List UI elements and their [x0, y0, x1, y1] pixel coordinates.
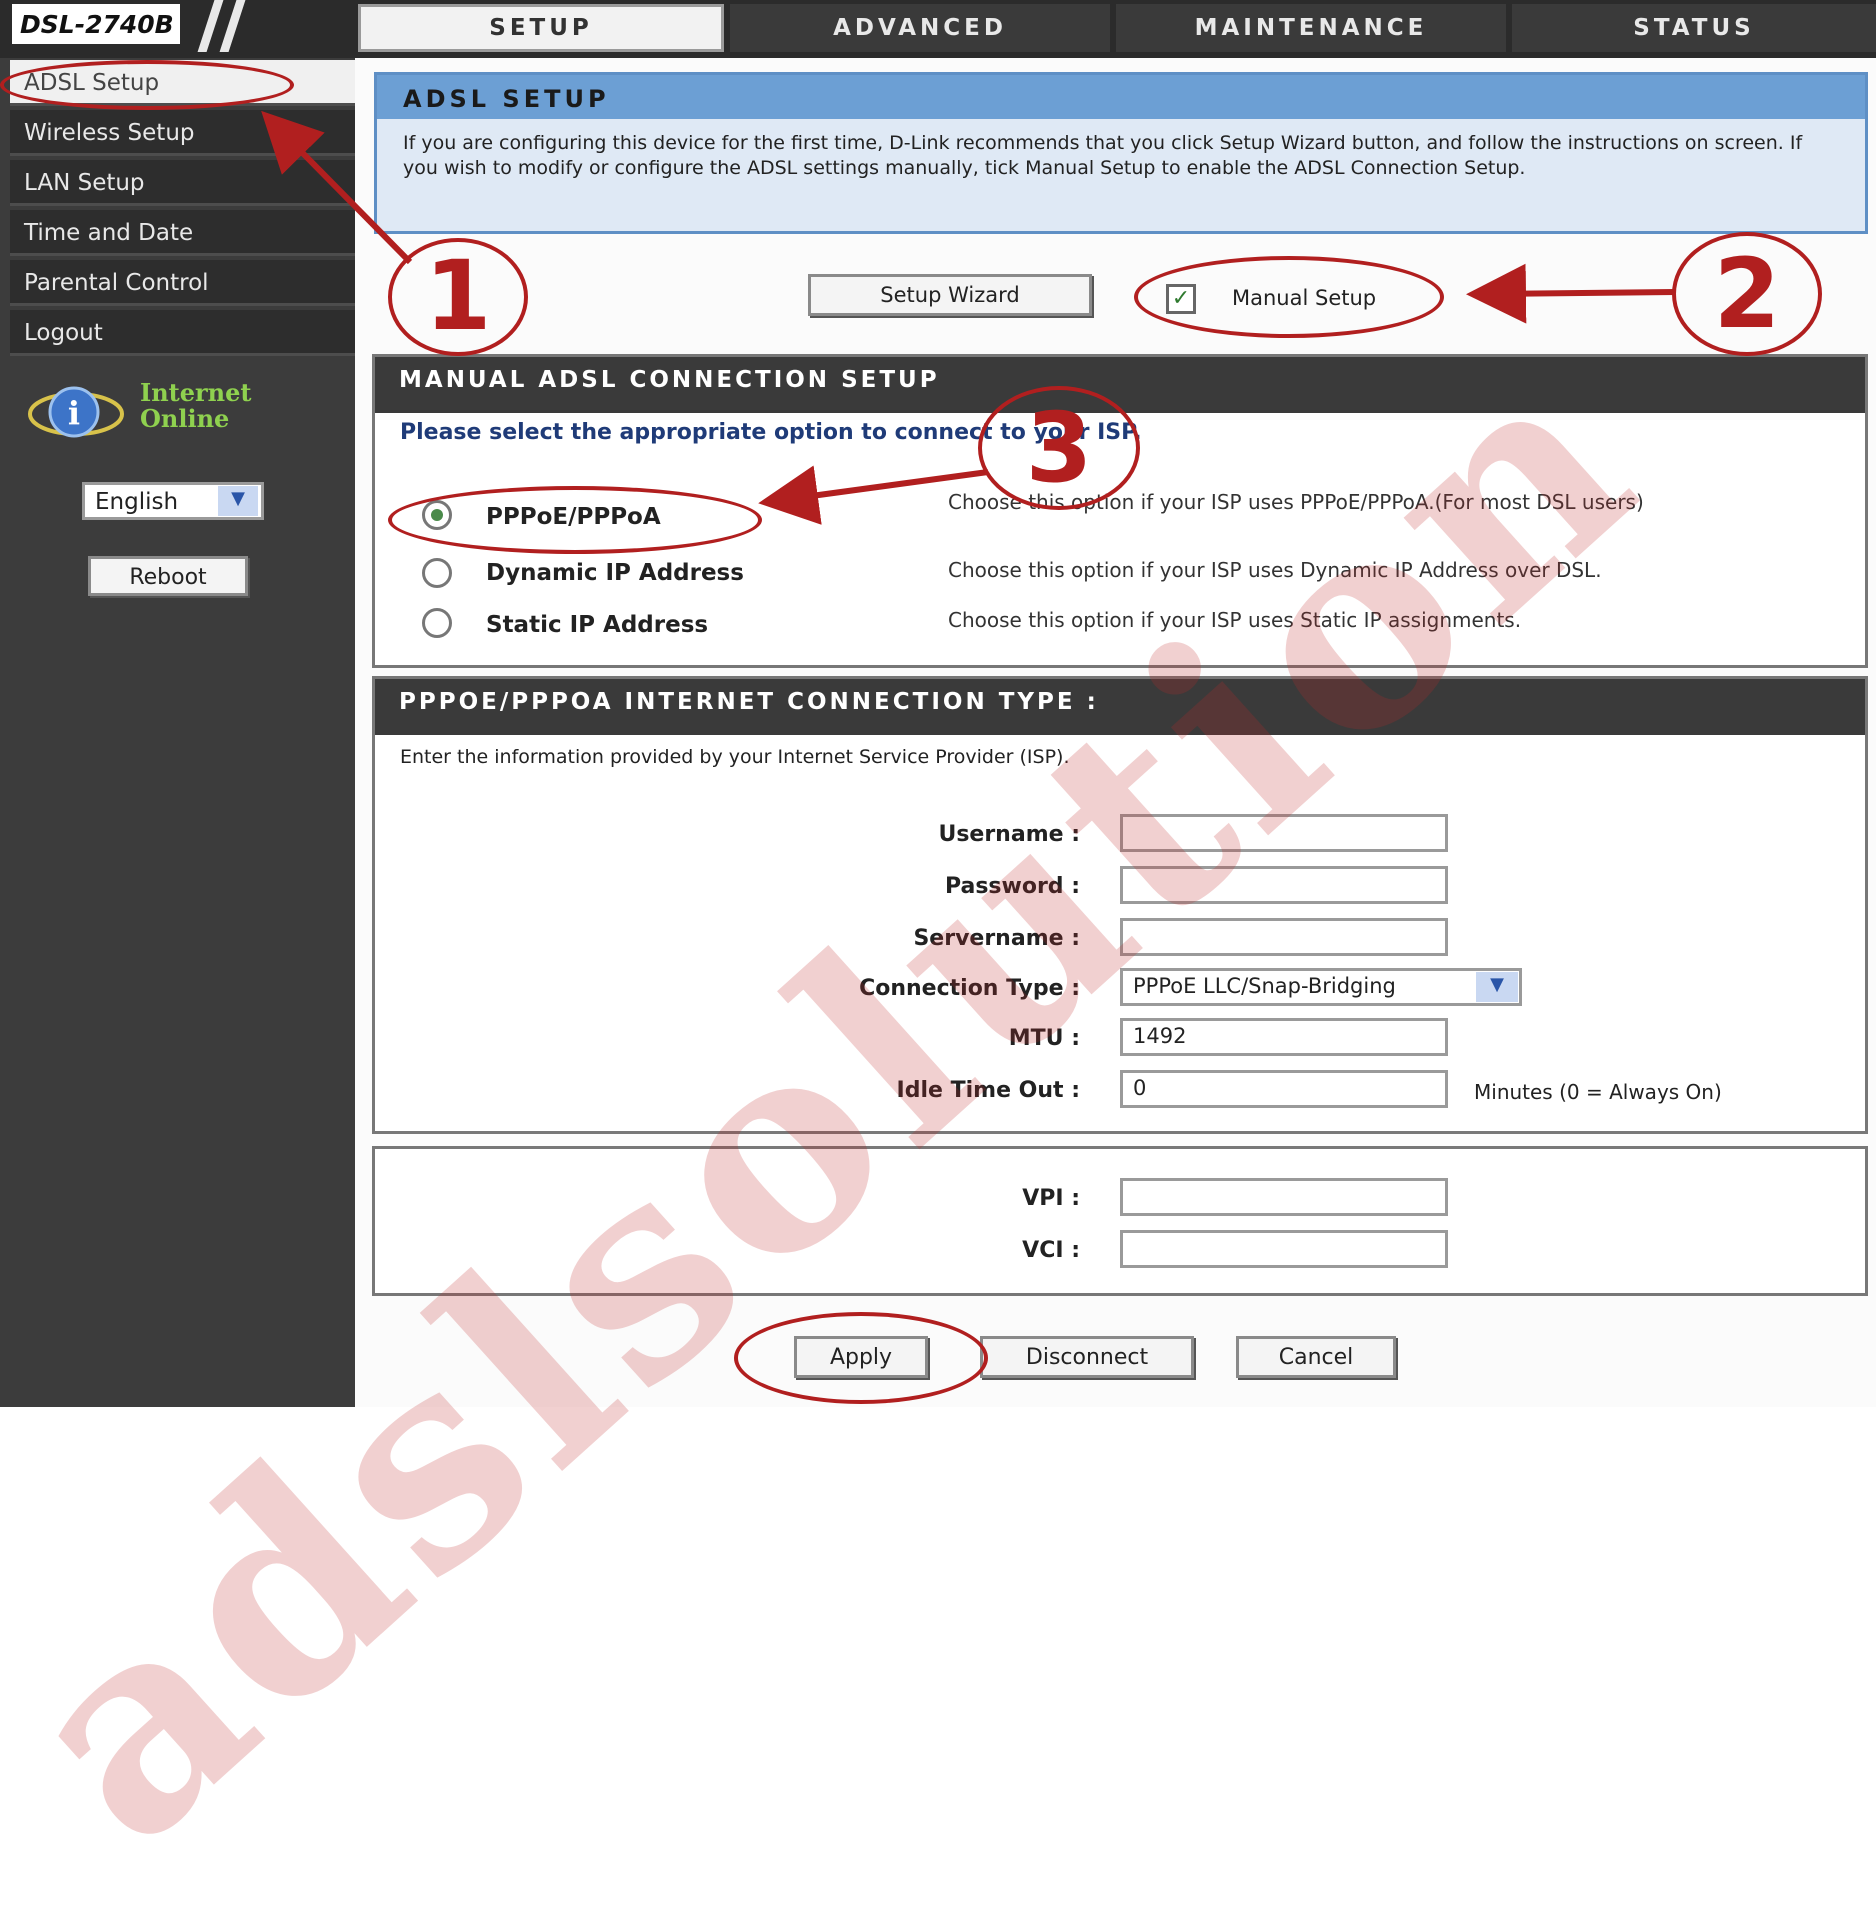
highlight-adsl-setup: [0, 60, 294, 110]
tutorial-annotations: [261, 110, 1677, 525]
highlight-pppoe-option: [388, 486, 762, 554]
annotation-arrow-3: [758, 465, 989, 525]
step-3-number: 3: [1025, 392, 1093, 504]
step-2-number: 2: [1713, 238, 1781, 350]
highlight-manual-setup: [1134, 256, 1444, 338]
highlight-apply-button: [734, 1312, 988, 1404]
annotation-arrow-2: [1466, 263, 1677, 324]
step-1-number: 1: [424, 240, 492, 352]
